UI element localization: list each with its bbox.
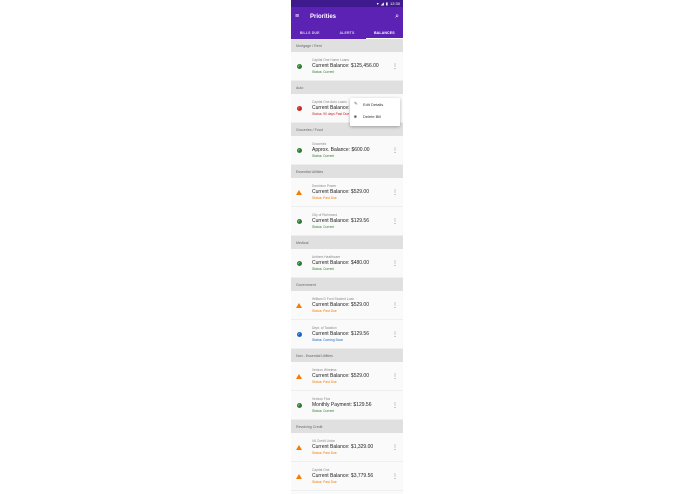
more-vert-icon[interactable]: ⋮ <box>392 473 398 480</box>
info-check-icon: ✓ <box>296 331 302 337</box>
creditor-name: VA Credit Union <box>312 439 336 443</box>
balance-amount: Current Balance: $129.56 <box>312 218 369 224</box>
balance-amount: Approx. Balance: $600.00 <box>312 147 370 153</box>
warning-icon <box>296 302 302 308</box>
list-item[interactable]: Capital One Current Balance: $3,779.56 Sta… <box>291 462 403 491</box>
section-header: Essential Utilities <box>291 165 403 178</box>
status-text: Status: Past Due <box>312 309 337 313</box>
section-header: Government <box>291 278 403 291</box>
check-circle-icon: ✓ <box>296 260 302 266</box>
creditor-name: Anthem Healthcare <box>312 255 341 259</box>
status-text: Status: Past Due <box>312 196 337 200</box>
balance-amount: Current Balance: $125,456.00 <box>312 63 379 69</box>
more-vert-icon[interactable]: ⋮ <box>392 331 398 338</box>
list-item[interactable]: Verizon Wireless Current Balance: $529.00… <box>291 362 403 391</box>
section-header: Non - Essential Utilities <box>291 349 403 362</box>
more-vert-icon[interactable]: ⋮ <box>392 373 398 380</box>
delete-bill-option[interactable]: ■ Delete Bill <box>350 110 400 122</box>
balance-amount: Current Balance: $529.00 <box>312 302 369 308</box>
creditor-name: Verizon Wireless <box>312 368 337 372</box>
section-header: Auto <box>291 81 403 94</box>
search-icon[interactable]: ⌕ <box>395 13 399 21</box>
status-text: Status: Current <box>312 267 335 271</box>
more-vert-icon[interactable]: ⋮ <box>392 63 398 70</box>
warning-icon <box>296 444 302 450</box>
list-item[interactable]: ✓ Capital One Home Loans Current Balance: … <box>291 52 403 81</box>
list-item[interactable]: VA Credit Union Current Balance: $1,329.0… <box>291 433 403 462</box>
creditor-name: Capital One Home Loans <box>312 58 350 62</box>
more-vert-icon[interactable]: ⋮ <box>392 147 398 154</box>
tab-bills-due[interactable]: BILLS DUE <box>291 26 328 39</box>
clock: 12:30 <box>389 1 400 6</box>
status-text: Status: Past Due <box>312 480 337 484</box>
list-item[interactable]: ✓ City of Richmond Current Balance: $129.5… <box>291 207 403 236</box>
creditor-name: City of Richmond <box>312 213 338 217</box>
list-item[interactable]: ✓ Dept. of Taxation Current Balance: $129.… <box>291 320 403 349</box>
delete-bill-label: Delete Bill <box>363 113 382 119</box>
phone-screen: ▾ ◢ ▮ 12:30 ≡ Priorities ⌕ BILLS DUE ALE… <box>291 0 403 494</box>
battery-icon: ▮ <box>385 1 388 6</box>
status-text: Status: Coming Soon <box>312 338 344 342</box>
status-text: Status: Current <box>312 225 335 229</box>
warning-icon <box>296 473 302 479</box>
section-header: Medical <box>291 236 403 249</box>
check-circle-icon: ✓ <box>296 402 302 408</box>
balance-amount: Monthly Payment: $129.56 <box>312 402 372 408</box>
overflow-menu: ✎ Edit Details ■ Delete Bill <box>350 98 400 126</box>
error-icon: ! <box>296 105 302 111</box>
balance-amount: Current Balance: $529.00 <box>312 373 369 379</box>
app-bar: ≡ Priorities ⌕ <box>291 7 403 26</box>
more-vert-icon[interactable]: ⋮ <box>392 402 398 409</box>
more-vert-icon[interactable]: ⋮ <box>392 302 398 309</box>
list-item[interactable]: Dominion Power Current Balance: $529.00 St… <box>291 178 403 207</box>
page-title: Priorities <box>310 13 337 20</box>
tab-balances[interactable]: BALANCES <box>365 26 403 39</box>
signal-icon: ◢ <box>380 1 384 6</box>
status-text: Status: Current <box>312 70 335 74</box>
warning-icon <box>296 373 302 379</box>
status-bar: ▾ ◢ ▮ 12:30 <box>291 0 403 7</box>
pencil-icon: ✎ <box>354 101 358 106</box>
list-item[interactable]: ✓ Verizon Fios Monthly Payment: $129.56 Sta… <box>291 391 403 420</box>
edit-details-option[interactable]: ✎ Edit Details <box>350 98 400 110</box>
more-vert-icon[interactable]: ⋮ <box>392 218 398 225</box>
balance-amount: Current Balance: $3,779.56 <box>312 473 374 479</box>
check-circle-icon: ✓ <box>296 147 302 153</box>
balance-amount: Current Balance: $529.00 <box>312 189 369 195</box>
balance-amount: Current Balance: $129.56 <box>312 331 369 337</box>
creditor-name: Verizon Fios <box>312 397 331 401</box>
creditor-name: Dominion Power <box>312 184 337 188</box>
balance-amount: Current Balance: $1,329.00 <box>312 444 374 450</box>
list-item[interactable]: ✓ Anthem Healthcare Current Balance: $480.… <box>291 249 403 278</box>
status-text: Status: Current <box>312 154 335 158</box>
status-text: Status: Past Due <box>312 380 337 384</box>
more-vert-icon[interactable]: ⋮ <box>392 260 398 267</box>
menu-icon[interactable]: ≡ <box>295 13 301 20</box>
check-circle-icon: ✓ <box>296 218 302 224</box>
section-header: Revolving Credit <box>291 420 403 433</box>
warning-icon <box>296 189 302 195</box>
more-vert-icon[interactable]: ⋮ <box>392 444 398 451</box>
creditor-name: Capital One <box>312 468 330 472</box>
wifi-icon: ▾ <box>376 1 379 6</box>
creditor-name: William D Ford Student Loan <box>312 297 355 301</box>
list-item[interactable]: ✓ Groceries Approx. Balance: $600.00 Status… <box>291 136 403 165</box>
edit-details-label: Edit Details <box>363 101 384 107</box>
tab-bar: BILLS DUE ALERTS BALANCES <box>291 26 403 39</box>
status-text: Status: Current <box>312 409 335 413</box>
list-item[interactable]: William D Ford Student Loan Current Balan… <box>291 291 403 320</box>
check-circle-icon: ✓ <box>296 63 302 69</box>
creditor-name: Groceries <box>312 142 327 146</box>
trash-icon: ■ <box>354 113 357 119</box>
more-vert-icon[interactable]: ⋮ <box>392 189 398 196</box>
tab-alerts[interactable]: ALERTS <box>328 26 365 39</box>
creditor-name: Dept. of Taxation <box>312 326 337 330</box>
status-text: Status: Past Due <box>312 451 337 455</box>
balance-amount: Current Balance: $480.00 <box>312 260 369 266</box>
section-header: Mortgage / Rent <box>291 39 403 52</box>
